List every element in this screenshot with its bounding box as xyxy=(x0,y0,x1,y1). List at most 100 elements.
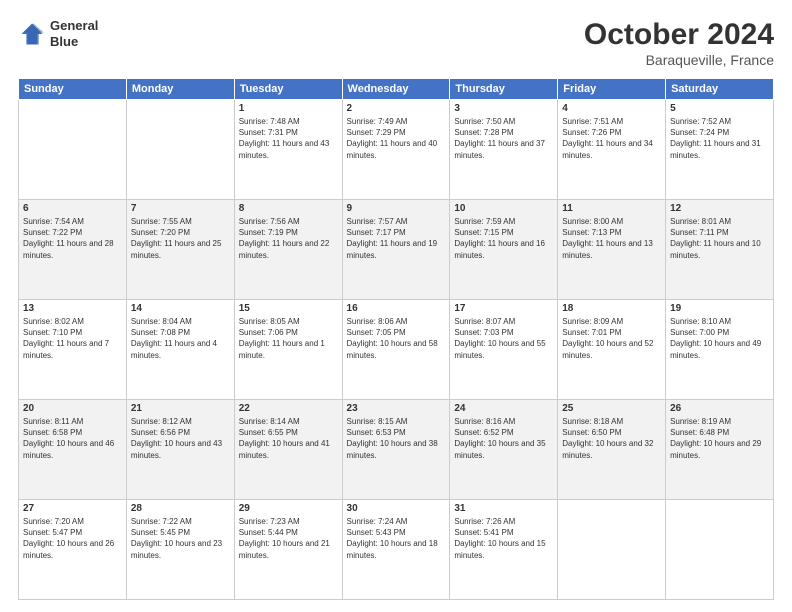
day-cell: 3 Sunrise: 7:50 AMSunset: 7:28 PMDaylight… xyxy=(450,100,558,200)
day-info: Sunrise: 7:20 AMSunset: 5:47 PMDaylight:… xyxy=(23,516,122,561)
day-cell: 2 Sunrise: 7:49 AMSunset: 7:29 PMDaylight… xyxy=(342,100,450,200)
week-row-3: 20Sunrise: 8:11 AMSunset: 6:58 PMDayligh… xyxy=(19,400,774,500)
day-info: Sunrise: 7:24 AMSunset: 5:43 PMDaylight:… xyxy=(347,516,446,561)
col-thursday: Thursday xyxy=(450,79,558,100)
day-cell: 1Sunrise: 7:48 AMSunset: 7:31 PMDaylight… xyxy=(234,100,342,200)
location-title: Baraqueville, France xyxy=(584,52,774,68)
day-cell: 8 Sunrise: 7:56 AMSunset: 7:19 PMDaylight… xyxy=(234,200,342,300)
day-number: 18 xyxy=(562,303,661,314)
calendar-table: Sunday Monday Tuesday Wednesday Thursday… xyxy=(18,78,774,600)
logo: General Blue xyxy=(18,18,98,49)
day-cell: 22 Sunrise: 8:14 AMSunset: 6:55 PMDayligh… xyxy=(234,400,342,500)
day-info: Sunrise: 7:54 AMSunset: 7:22 PMDaylight:… xyxy=(23,216,122,261)
day-cell xyxy=(126,100,234,200)
day-number: 6 xyxy=(23,203,122,214)
day-cell: 25 Sunrise: 8:18 AMSunset: 6:50 PMDayligh… xyxy=(558,400,666,500)
day-info: Sunrise: 7:23 AMSunset: 5:44 PMDaylight:… xyxy=(239,516,338,561)
day-info: Sunrise: 8:09 AMSunset: 7:01 PMDaylight:… xyxy=(562,316,661,361)
day-cell: 20Sunrise: 8:11 AMSunset: 6:58 PMDayligh… xyxy=(19,400,127,500)
week-row-4: 27Sunrise: 7:20 AMSunset: 5:47 PMDayligh… xyxy=(19,500,774,600)
day-number: 29 xyxy=(239,503,338,514)
month-title: October 2024 xyxy=(584,18,774,52)
day-number: 10 xyxy=(454,203,553,214)
day-number: 3 xyxy=(454,103,553,114)
day-cell: 15 Sunrise: 8:05 AMSunset: 7:06 PMDayligh… xyxy=(234,300,342,400)
day-number: 21 xyxy=(131,403,230,414)
day-info: Sunrise: 7:57 AMSunset: 7:17 PMDaylight:… xyxy=(347,216,446,261)
day-number: 23 xyxy=(347,403,446,414)
day-cell: 23 Sunrise: 8:15 AMSunset: 6:53 PMDayligh… xyxy=(342,400,450,500)
day-info: Sunrise: 7:51 AMSunset: 7:26 PMDaylight:… xyxy=(562,116,661,161)
day-number: 4 xyxy=(562,103,661,114)
day-cell: 16 Sunrise: 8:06 AMSunset: 7:05 PMDayligh… xyxy=(342,300,450,400)
week-row-0: 1Sunrise: 7:48 AMSunset: 7:31 PMDaylight… xyxy=(19,100,774,200)
col-wednesday: Wednesday xyxy=(342,79,450,100)
day-cell: 24Sunrise: 8:16 AMSunset: 6:52 PMDayligh… xyxy=(450,400,558,500)
day-cell: 28 Sunrise: 7:22 AMSunset: 5:45 PMDayligh… xyxy=(126,500,234,600)
day-cell xyxy=(666,500,774,600)
day-info: Sunrise: 7:56 AMSunset: 7:19 PMDaylight:… xyxy=(239,216,338,261)
page: General Blue October 2024 Baraqueville, … xyxy=(0,0,792,612)
day-info: Sunrise: 8:00 AMSunset: 7:13 PMDaylight:… xyxy=(562,216,661,261)
logo-line1: General xyxy=(50,18,98,33)
day-info: Sunrise: 8:14 AMSunset: 6:55 PMDaylight:… xyxy=(239,416,338,461)
day-number: 7 xyxy=(131,203,230,214)
day-info: Sunrise: 7:48 AMSunset: 7:31 PMDaylight:… xyxy=(239,116,338,161)
day-cell: 4 Sunrise: 7:51 AMSunset: 7:26 PMDaylight… xyxy=(558,100,666,200)
week-row-2: 13Sunrise: 8:02 AMSunset: 7:10 PMDayligh… xyxy=(19,300,774,400)
day-cell: 29 Sunrise: 7:23 AMSunset: 5:44 PMDayligh… xyxy=(234,500,342,600)
day-cell: 14Sunrise: 8:04 AMSunset: 7:08 PMDayligh… xyxy=(126,300,234,400)
day-info: Sunrise: 8:15 AMSunset: 6:53 PMDaylight:… xyxy=(347,416,446,461)
col-saturday: Saturday xyxy=(666,79,774,100)
day-cell: 12 Sunrise: 8:01 AMSunset: 7:11 PMDayligh… xyxy=(666,200,774,300)
day-number: 17 xyxy=(454,303,553,314)
day-number: 16 xyxy=(347,303,446,314)
day-number: 25 xyxy=(562,403,661,414)
logo-icon xyxy=(18,20,46,48)
day-info: Sunrise: 7:26 AMSunset: 5:41 PMDaylight:… xyxy=(454,516,553,561)
day-info: Sunrise: 8:01 AMSunset: 7:11 PMDaylight:… xyxy=(670,216,769,261)
day-number: 19 xyxy=(670,303,769,314)
day-cell xyxy=(558,500,666,600)
day-info: Sunrise: 7:50 AMSunset: 7:28 PMDaylight:… xyxy=(454,116,553,161)
header: General Blue October 2024 Baraqueville, … xyxy=(18,18,774,68)
day-cell: 18 Sunrise: 8:09 AMSunset: 7:01 PMDayligh… xyxy=(558,300,666,400)
day-cell: 11Sunrise: 8:00 AMSunset: 7:13 PMDayligh… xyxy=(558,200,666,300)
col-monday: Monday xyxy=(126,79,234,100)
day-number: 9 xyxy=(347,203,446,214)
day-cell: 17 Sunrise: 8:07 AMSunset: 7:03 PMDayligh… xyxy=(450,300,558,400)
day-info: Sunrise: 8:10 AMSunset: 7:00 PMDaylight:… xyxy=(670,316,769,361)
title-block: October 2024 Baraqueville, France xyxy=(584,18,774,68)
day-cell: 9 Sunrise: 7:57 AMSunset: 7:17 PMDaylight… xyxy=(342,200,450,300)
day-cell: 27Sunrise: 7:20 AMSunset: 5:47 PMDayligh… xyxy=(19,500,127,600)
day-number: 28 xyxy=(131,503,230,514)
day-info: Sunrise: 8:18 AMSunset: 6:50 PMDaylight:… xyxy=(562,416,661,461)
day-cell: 21Sunrise: 8:12 AMSunset: 6:56 PMDayligh… xyxy=(126,400,234,500)
day-info: Sunrise: 7:49 AMSunset: 7:29 PMDaylight:… xyxy=(347,116,446,161)
day-number: 22 xyxy=(239,403,338,414)
day-info: Sunrise: 7:55 AMSunset: 7:20 PMDaylight:… xyxy=(131,216,230,261)
day-cell: 7 Sunrise: 7:55 AMSunset: 7:20 PMDaylight… xyxy=(126,200,234,300)
day-number: 5 xyxy=(670,103,769,114)
day-number: 2 xyxy=(347,103,446,114)
day-cell: 5Sunrise: 7:52 AMSunset: 7:24 PMDaylight… xyxy=(666,100,774,200)
logo-text: General Blue xyxy=(50,18,98,49)
day-cell: 31Sunrise: 7:26 AMSunset: 5:41 PMDayligh… xyxy=(450,500,558,600)
day-number: 15 xyxy=(239,303,338,314)
day-info: Sunrise: 8:06 AMSunset: 7:05 PMDaylight:… xyxy=(347,316,446,361)
day-info: Sunrise: 8:19 AMSunset: 6:48 PMDaylight:… xyxy=(670,416,769,461)
week-row-1: 6 Sunrise: 7:54 AMSunset: 7:22 PMDaylight… xyxy=(19,200,774,300)
day-cell xyxy=(19,100,127,200)
day-info: Sunrise: 8:07 AMSunset: 7:03 PMDaylight:… xyxy=(454,316,553,361)
day-number: 26 xyxy=(670,403,769,414)
day-number: 12 xyxy=(670,203,769,214)
day-number: 14 xyxy=(131,303,230,314)
day-info: Sunrise: 7:22 AMSunset: 5:45 PMDaylight:… xyxy=(131,516,230,561)
day-cell: 10 Sunrise: 7:59 AMSunset: 7:15 PMDayligh… xyxy=(450,200,558,300)
day-number: 20 xyxy=(23,403,122,414)
day-number: 8 xyxy=(239,203,338,214)
day-info: Sunrise: 8:05 AMSunset: 7:06 PMDaylight:… xyxy=(239,316,338,361)
day-cell: 30Sunrise: 7:24 AMSunset: 5:43 PMDayligh… xyxy=(342,500,450,600)
col-tuesday: Tuesday xyxy=(234,79,342,100)
day-info: Sunrise: 7:59 AMSunset: 7:15 PMDaylight:… xyxy=(454,216,553,261)
